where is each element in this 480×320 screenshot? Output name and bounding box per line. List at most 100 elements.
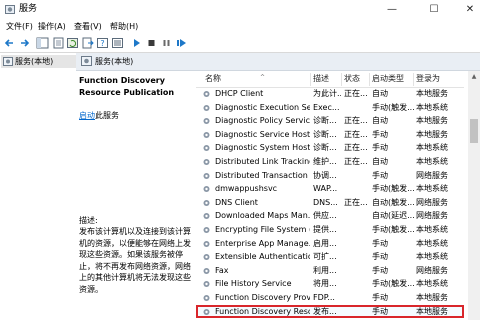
details-icon[interactable]: [111, 37, 124, 49]
minimize-button[interactable]: —: [374, 0, 410, 20]
service-startup-type: 手动: [372, 306, 388, 316]
properties-icon[interactable]: [52, 37, 65, 49]
service-gear-icon: [203, 91, 210, 97]
service-description: 供应...: [313, 211, 337, 221]
help-icon[interactable]: ?: [96, 37, 109, 49]
service-name: Diagnostic Service Host: [215, 129, 310, 139]
restart-service-icon[interactable]: [175, 37, 188, 49]
table-row[interactable]: File History Service 将用... 手动(触发... 本地系统: [196, 277, 464, 291]
services-icon: [81, 56, 92, 66]
back-icon[interactable]: [3, 37, 16, 49]
column-header-startup-type[interactable]: 启动类型: [372, 73, 404, 85]
service-description: 诊断...: [313, 116, 337, 126]
service-log-on-as: 网络服务: [416, 197, 448, 207]
export-icon[interactable]: [81, 37, 94, 49]
service-name: Fax: [215, 265, 229, 275]
service-log-on-as: 网络服务: [416, 211, 448, 221]
column-separator[interactable]: [310, 73, 311, 86]
service-log-on-as: 本地系统: [416, 102, 448, 112]
service-description: 诊断...: [313, 143, 337, 153]
menu-action[interactable]: 操作(A): [38, 21, 66, 33]
service-log-on-as: 本地服务: [416, 116, 448, 126]
start-service-link[interactable]: 启动: [79, 111, 95, 120]
table-row[interactable]: Diagnostic Execution Ser...Exec... 手动(触发.…: [196, 101, 464, 115]
scroll-up-button[interactable]: ▲: [468, 71, 480, 83]
maximize-button[interactable]: ☐: [416, 0, 452, 20]
service-name: Distributed Link Tracking...: [215, 156, 310, 166]
service-name: File History Service: [215, 279, 292, 289]
scroll-thumb[interactable]: [470, 119, 478, 143]
table-row[interactable]: DHCP Client 为此计...正在... 自动 本地服务: [196, 87, 464, 101]
close-button[interactable]: ✕: [452, 0, 480, 20]
table-row[interactable]: Extensible Authenticatio... 可扩... 手动 本地系统: [196, 250, 464, 264]
table-row-selected[interactable]: Function Discovery Reso... 发布... 手动 本地服务: [196, 304, 464, 319]
column-header-status[interactable]: 状态: [344, 73, 360, 85]
table-row[interactable]: Fax 利用... 手动 网络服务: [196, 264, 464, 278]
service-startup-type: 自动: [372, 89, 388, 98]
start-service-icon[interactable]: [130, 37, 143, 49]
service-gear-icon: [203, 240, 210, 247]
service-name: Function Discovery Reso...: [215, 306, 310, 316]
services-icon: [3, 57, 13, 66]
menu-view[interactable]: 查看(V): [74, 21, 102, 33]
service-startup-type: 手动(触发...: [372, 279, 414, 289]
service-startup-type: 手动: [372, 252, 388, 262]
service-log-on-as: 本地服务: [416, 89, 448, 98]
service-status: 正在...: [344, 89, 368, 98]
service-status: 正在...: [344, 116, 368, 126]
column-separator[interactable]: [369, 73, 370, 86]
table-row[interactable]: Enterprise App Manage... 启用... 手动 本地系统: [196, 237, 464, 251]
service-gear-icon: [203, 145, 210, 152]
menu-file[interactable]: 文件(F): [6, 21, 33, 33]
service-status: 正在...: [344, 197, 368, 207]
service-description: 发布...: [313, 306, 337, 316]
pause-service-icon[interactable]: [160, 37, 173, 49]
forward-icon[interactable]: [18, 37, 31, 49]
service-name: Diagnostic Execution Ser...: [215, 102, 310, 112]
console-tree-icon[interactable]: [36, 37, 49, 49]
start-service-row: 启动此服务: [79, 110, 119, 121]
service-description: Exec...: [313, 102, 340, 112]
service-log-on-as: 本地系统: [416, 143, 448, 153]
column-separator[interactable]: [413, 73, 414, 86]
table-row[interactable]: DNS Client DNS... 正在... 自动(触发... 网络服务: [196, 196, 464, 210]
stop-service-icon[interactable]: [145, 37, 158, 49]
toolbar: ?: [0, 35, 480, 53]
refresh-icon[interactable]: [66, 37, 79, 49]
table-row[interactable]: Function Discovery Provi...FDP... 手动 本地服务: [196, 291, 464, 305]
service-log-on-as: 网络服务: [416, 265, 448, 275]
tree-item-label: 服务(本地): [15, 57, 54, 66]
services-list: 名称^ 描述 状态 启动类型 登录为 DHCP Client为此计...正在..…: [196, 71, 480, 320]
table-row[interactable]: Diagnostic System Host 诊断... 正在... 手动 本地系统: [196, 141, 464, 155]
service-gear-icon: [203, 281, 210, 288]
service-name: Encrypting File System (E...: [215, 224, 310, 234]
menu-help[interactable]: 帮助(H): [110, 21, 138, 33]
table-row[interactable]: Downloaded Maps Man... 供应... 自动(延迟... 网络服务: [196, 209, 464, 223]
table-row[interactable]: Encrypting File System (E...提供... 手动(触发..…: [196, 223, 464, 237]
menu-bar: 文件(F) 操作(A) 查看(V) 帮助(H): [0, 20, 480, 35]
service-startup-type: 自动: [372, 156, 388, 166]
service-log-on-as: 本地系统: [416, 156, 448, 166]
column-header-log-on-as[interactable]: 登录为: [416, 73, 440, 85]
table-row[interactable]: dmwappushsvc WAP... 手动(触发... 本地系统: [196, 182, 464, 196]
service-name: Extensible Authenticatio...: [215, 252, 310, 262]
column-header-row: 名称 ^ 描述 状态 启动类型 登录为: [196, 71, 464, 88]
column-separator[interactable]: [341, 73, 342, 86]
table-row[interactable]: Distributed Transaction C...协调... 手动 网络服务: [196, 169, 464, 183]
service-description: 为此计...: [313, 89, 341, 98]
service-description: 将用...: [313, 279, 337, 289]
table-row[interactable]: Distributed Link Tracking...维护... 正在... 自动…: [196, 155, 464, 169]
services-header-band: 服务(本地): [76, 53, 480, 71]
table-row[interactable]: Diagnostic Service Host 诊断... 正在... 手动 本地服务: [196, 128, 464, 142]
service-startup-type: 自动(延迟...: [372, 211, 414, 221]
column-header-name[interactable]: 名称 ^: [205, 73, 265, 85]
column-header-description[interactable]: 描述: [313, 73, 329, 85]
service-name: Downloaded Maps Man...: [215, 211, 310, 221]
description-heading: 描述:: [79, 216, 98, 225]
vertical-scrollbar[interactable]: ▲: [468, 71, 480, 320]
service-startup-type: 手动: [372, 170, 388, 180]
service-gear-icon: [203, 118, 210, 125]
service-description: WAP...: [313, 184, 338, 194]
service-description: 提供...: [313, 224, 337, 234]
table-row[interactable]: Diagnostic Policy Service 诊断... 正在... 自动 本地服…: [196, 114, 464, 128]
